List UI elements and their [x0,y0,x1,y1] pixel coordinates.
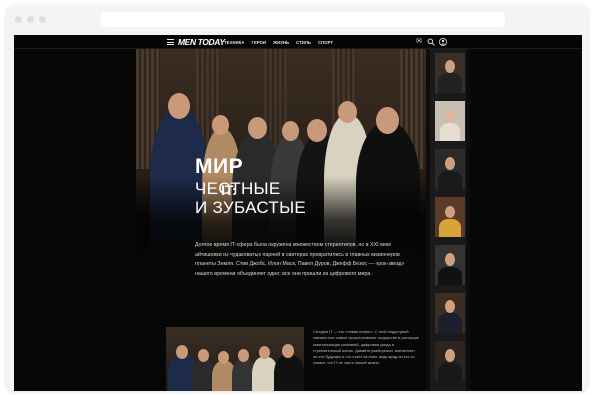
nav-link-stil[interactable]: СТИЛЬ [296,40,311,45]
article-side-text: Сегодня IT — это «новая нефть». С этой и… [313,329,419,366]
address-bar[interactable] [101,12,505,27]
photo-film-strip [426,49,470,391]
site-header: MEN TODAY ТЕХНИКА ГЕРОИ ЖИЗНЬ СТИЛЬ СПОР… [14,35,582,49]
site-logo[interactable]: MEN TODAY [178,37,225,47]
nav-link-geroi[interactable]: ГЕРОИ [251,40,266,45]
search-icon[interactable] [427,38,435,46]
mail-icon[interactable]: ✉ [415,38,423,46]
browser-chrome [6,5,588,33]
portrait-thumb-4[interactable] [435,197,465,237]
web-page: MEN TODAY ТЕХНИКА ГЕРОИ ЖИЗНЬ СТИЛЬ СПОР… [14,35,582,391]
group-photo [166,327,304,391]
portrait-thumb-2[interactable] [435,101,465,141]
article-intro: Долгое время IT-сфера была окружена множ… [195,242,405,278]
main-nav: ТЕХНИКА ГЕРОИ ЖИЗНЬ СТИЛЬ СПОРТ [224,40,333,45]
article-title-sub: ЧЕСТНЫЕ И ЗУБАСТЫЕ [195,179,307,217]
portrait-thumb-7[interactable] [435,341,465,381]
window-close-dot[interactable] [15,16,22,23]
portrait-thumb-1[interactable] [435,53,465,93]
portrait-thumb-3[interactable] [435,149,465,189]
hero-image [136,49,426,256]
nav-link-sport[interactable]: СПОРТ [318,40,333,45]
browser-window: MEN TODAY ТЕХНИКА ГЕРОИ ЖИЗНЬ СТИЛЬ СПОР… [6,5,588,391]
portrait-thumb-6[interactable] [435,293,465,333]
menu-icon[interactable] [167,39,174,45]
portrait-thumb-5[interactable] [435,245,465,285]
window-minimize-dot[interactable] [27,16,34,23]
nav-link-tekhnika[interactable]: ТЕХНИКА [224,40,244,45]
user-icon[interactable] [439,38,447,46]
nav-link-zhizn[interactable]: ЖИЗНЬ [273,40,289,45]
article-title-main: МИРIT: [195,155,244,198]
window-maximize-dot[interactable] [39,16,46,23]
